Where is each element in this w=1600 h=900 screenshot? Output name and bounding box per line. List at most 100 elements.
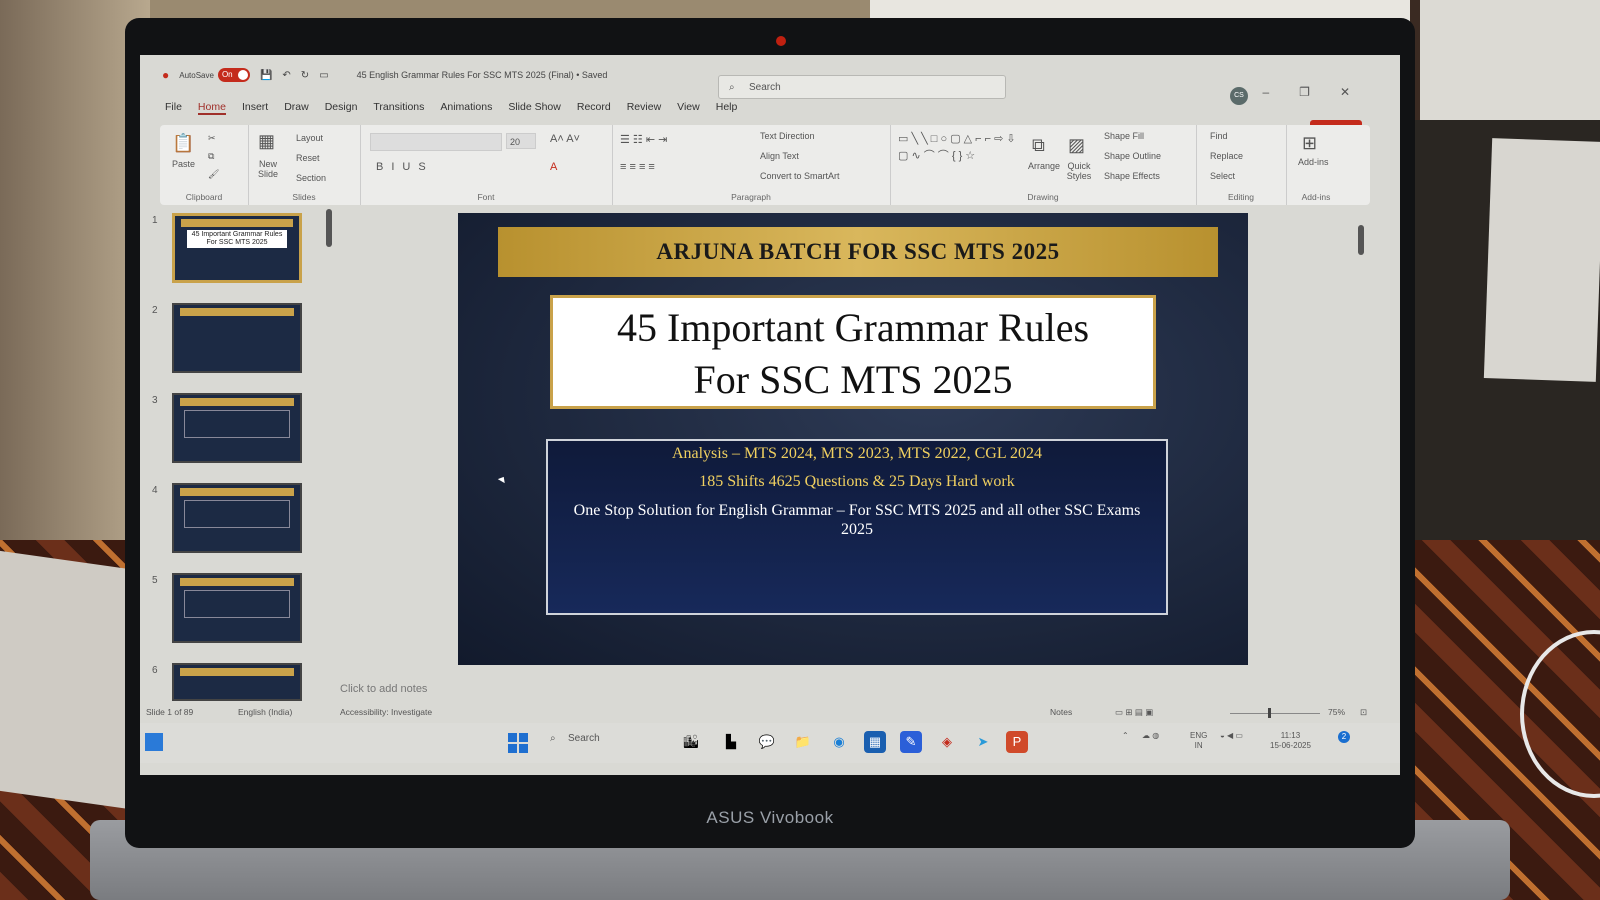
font-color-icon[interactable]: A [550,161,557,173]
clock[interactable]: 11:13 15-06-2025 [1270,731,1311,751]
font-size-box[interactable]: 20 [506,133,536,149]
shapes-gallery[interactable]: ▭ ╲ ╲ □ ○ ▢ △ ⌐ ⌐ ⇨ ⇩ ▢ ∿ ⌒ ⌒ { } ☆ [898,131,1023,165]
tab-home[interactable]: Home [197,101,226,115]
shape-effects-button[interactable]: Shape Effects [1104,171,1160,181]
paste-icon[interactable]: 📋 [172,133,194,154]
undo-icon[interactable]: ↶ [282,70,290,81]
language-indicator[interactable]: ENG IN [1190,731,1207,751]
present-icon[interactable]: ▭ [319,70,328,81]
tab-transitions[interactable]: Transitions [373,101,424,115]
slide-thumbnail[interactable]: 45 Important Grammar Rules For SSC MTS 2… [172,213,302,283]
addins-label: Add-ins [1301,192,1331,202]
taskbar-search-icon[interactable]: ⌕ [550,733,556,744]
tab-review[interactable]: Review [627,101,661,115]
find-button[interactable]: Find [1210,131,1228,141]
section-button[interactable]: Section [296,173,326,183]
convert-smartart-button[interactable]: Convert to SmartArt [760,171,840,181]
slide-thumbnail[interactable] [172,393,302,463]
shape-outline-button[interactable]: Shape Outline [1104,151,1161,161]
user-avatar[interactable]: CS [1230,87,1248,105]
zoom-slider[interactable] [1230,713,1320,714]
store-icon[interactable]: ▦ [864,731,886,753]
tray-overflow-icon[interactable]: ⌃ [1122,731,1129,741]
start-icon[interactable] [508,733,528,753]
addins-icon[interactable]: ⊞ [1302,133,1317,154]
restore-icon[interactable]: ❐ [1299,85,1310,99]
widgets-icon[interactable] [145,733,163,751]
align-icons[interactable]: ≡ ≡ ≡ ≡ [620,161,655,173]
align-text-button[interactable]: Align Text [760,151,799,161]
notes-placeholder[interactable]: Click to add notes [340,683,427,695]
search-box[interactable]: ⌕ Search [718,75,1006,99]
arrange-icon[interactable]: ⧉ [1032,135,1045,156]
select-button[interactable]: Select [1210,171,1235,181]
tray-icons[interactable]: ☁ ◍ [1142,731,1159,741]
cut-icon[interactable]: ✂ [208,133,216,144]
paste-button[interactable]: Paste [172,159,195,169]
tab-design[interactable]: Design [325,101,358,115]
edge-icon[interactable]: ◉ [828,731,850,753]
addins-button[interactable]: Add-ins [1298,157,1329,167]
format-painter-icon[interactable]: 🖌 [208,169,219,180]
bullets-icon[interactable]: ☰ ☷ ⇤ ⇥ [620,133,667,146]
view-buttons[interactable]: ▭ ⊞ ▤ ▣ [1115,707,1153,718]
tab-file[interactable]: File [165,101,182,115]
task-view-icon[interactable]: ▙ [720,731,742,753]
accessibility-status[interactable]: Accessibility: Investigate [340,707,432,717]
slide-thumbnail[interactable] [172,573,302,643]
shape-fill-button[interactable]: Shape Fill [1104,131,1144,141]
replace-button[interactable]: Replace [1210,151,1243,161]
file-explorer-icon[interactable]: 📁 [792,731,814,753]
thumbnail-scrollbar[interactable] [326,205,332,705]
app-icon[interactable]: ✎ [900,731,922,753]
tab-draw[interactable]: Draw [284,101,309,115]
minimize-icon[interactable]: – [1262,85,1269,99]
slide-canvas[interactable]: ARJUNA BATCH FOR SSC MTS 2025 45 Importa… [458,213,1248,665]
quick-styles-icon[interactable]: ▨ [1068,135,1085,156]
slide-thumbnail[interactable] [172,303,302,373]
layout-button[interactable]: Layout [296,133,323,143]
network-volume-battery-icons[interactable]: ◒ ◀ ▭ [1220,731,1243,741]
slide-thumbnail[interactable] [172,483,302,553]
tab-insert[interactable]: Insert [242,101,268,115]
tab-record[interactable]: Record [577,101,611,115]
new-slide-icon[interactable]: ▦ [258,131,275,152]
close-icon[interactable]: ✕ [1340,85,1350,99]
mcafee-icon[interactable]: ◈ [936,731,958,753]
bold-italic-underline-icons[interactable]: BIUS [376,161,434,173]
chat-icon[interactable]: 💬 [756,731,778,753]
font-name-box[interactable] [370,133,502,151]
zoom-slider-thumb[interactable] [1268,708,1271,718]
slide-title-box[interactable]: 45 Important Grammar Rules For SSC MTS 2… [550,295,1156,409]
telegram-icon[interactable]: ➤ [972,731,994,753]
scrollbar-thumb[interactable] [326,209,332,247]
notes-toggle[interactable]: Notes [1050,707,1072,717]
tab-animations[interactable]: Animations [440,101,492,115]
fit-slide-icon[interactable]: ⊡ [1360,707,1367,718]
tab-view[interactable]: View [677,101,700,115]
slide-banner[interactable]: ARJUNA BATCH FOR SSC MTS 2025 [498,227,1218,277]
zoom-level[interactable]: 75% [1328,707,1345,717]
powerpoint-icon[interactable]: P [1006,731,1028,753]
slide-thumbnail[interactable] [172,663,302,701]
text-direction-button[interactable]: Text Direction [760,131,815,141]
reset-button[interactable]: Reset [296,153,320,163]
notification-badge[interactable]: 2 [1338,731,1350,743]
autosave-toggle[interactable]: On [217,68,250,82]
document-title[interactable]: 45 English Grammar Rules For SSC MTS 202… [357,70,608,80]
taskbar-search[interactable]: Search [568,733,600,744]
save-icon[interactable]: 💾 [260,70,272,81]
slide-content-box[interactable]: Analysis – MTS 2024, MTS 2023, MTS 2022,… [546,439,1168,615]
language-status[interactable]: English (India) [238,707,292,717]
widget-weather-icon[interactable]: 🏙 [680,731,702,753]
arrange-button[interactable]: Arrange [1028,161,1060,171]
redo-icon[interactable]: ↻ [301,70,309,81]
new-slide-button[interactable]: New Slide [254,159,282,179]
quick-styles-button[interactable]: Quick Styles [1064,161,1094,181]
tab-help[interactable]: Help [716,101,738,115]
grow-font-icon[interactable]: A˄ A˅ [550,133,580,145]
tab-slide-show[interactable]: Slide Show [508,101,561,115]
slide-scrollbar[interactable] [1358,225,1364,255]
clipboard-group: 📋 Paste ✂ ⧉ 🖌 Clipboard [160,125,249,205]
copy-icon[interactable]: ⧉ [208,151,214,162]
